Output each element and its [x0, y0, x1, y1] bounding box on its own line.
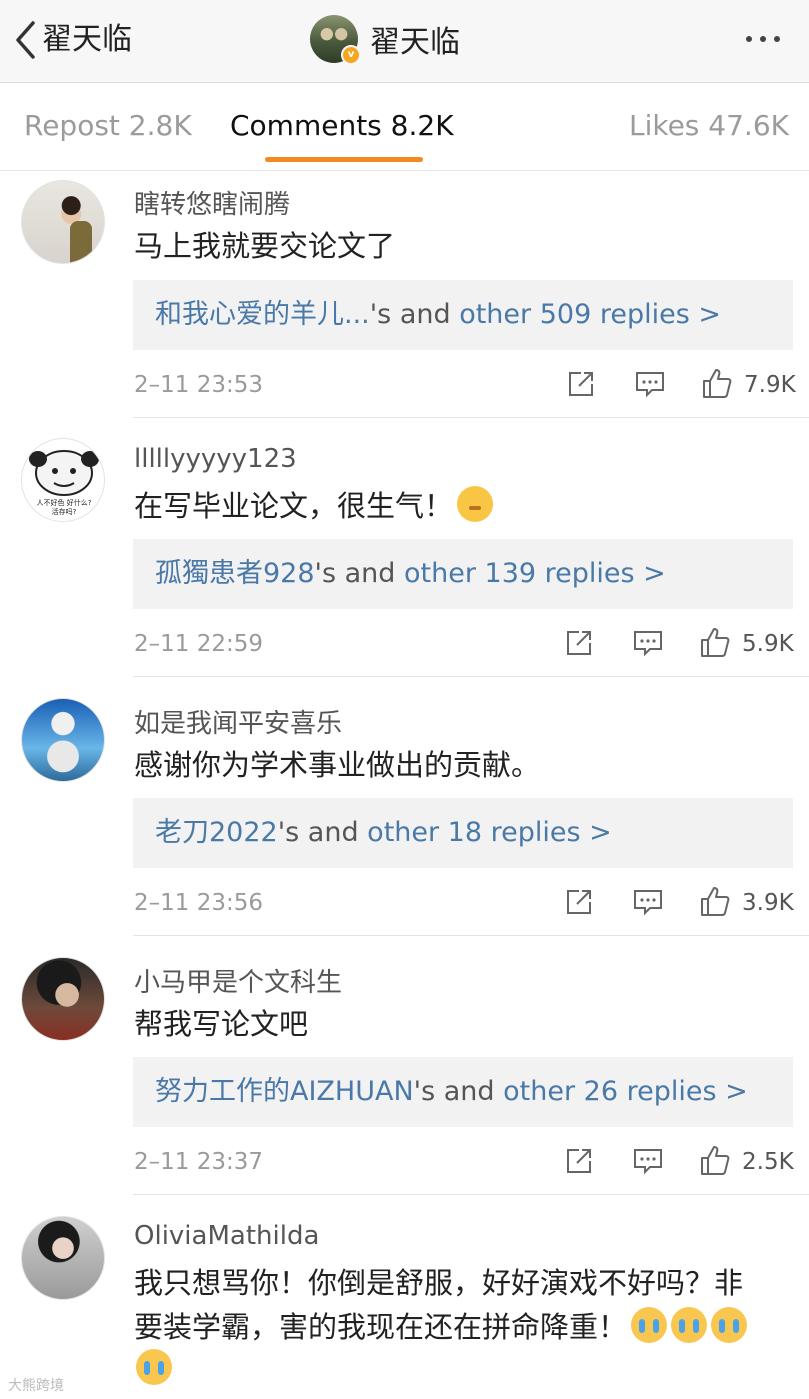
- top-bar: 翟天临 v 翟天临: [0, 0, 809, 83]
- comment-username[interactable]: OliviaMathilda: [134, 1221, 319, 1251]
- back-button[interactable]: 翟天临: [14, 18, 132, 62]
- comment-text: 我只想骂你！你倒是舒服，好好演戏不好吗？非: [134, 1266, 744, 1300]
- reply-user-link[interactable]: 和我心爱的羊儿...: [155, 299, 370, 330]
- comment-timestamp: 2–11 22:59: [134, 631, 263, 657]
- comment-text: [134, 1347, 172, 1391]
- reply-connector: 's and: [413, 1076, 504, 1107]
- like-icon[interactable]: [699, 885, 731, 917]
- watermark: 大熊跨境: [8, 1378, 64, 1394]
- like-count: 7.9K: [744, 372, 796, 398]
- like-icon[interactable]: [699, 1144, 731, 1176]
- replies-preview[interactable]: 孤獨患者928's and other 139 replies >: [133, 539, 793, 609]
- comment-timestamp: 2–11 23:56: [134, 890, 263, 916]
- avatar[interactable]: [21, 1216, 105, 1300]
- verified-badge-icon: v: [341, 45, 361, 65]
- comment-icon[interactable]: [633, 1147, 663, 1175]
- comment-text: 帮我写论文吧: [134, 1007, 309, 1041]
- more-replies-link[interactable]: other 139 replies >: [404, 558, 666, 589]
- reply-connector: 's and: [369, 299, 460, 330]
- comment-icon[interactable]: [635, 370, 665, 398]
- divider: [133, 935, 809, 936]
- share-icon[interactable]: [565, 1147, 593, 1175]
- comment-text-content: 要装学霸，害的我现在还在拼命降重！: [134, 1310, 628, 1344]
- reply-connector: 's and: [277, 817, 368, 848]
- divider: [133, 1194, 809, 1195]
- like-icon[interactable]: [701, 367, 733, 399]
- more-replies-link[interactable]: other 18 replies >: [367, 817, 612, 848]
- more-replies-link[interactable]: other 509 replies >: [459, 299, 721, 330]
- comment-text: 马上我就要交论文了: [134, 229, 396, 263]
- replies-preview[interactable]: 努力工作的AIZHUAN's and other 26 replies >: [133, 1057, 793, 1127]
- divider: [133, 417, 809, 418]
- active-tab-indicator: [265, 157, 423, 162]
- more-replies-link[interactable]: other 26 replies >: [503, 1076, 748, 1107]
- avatar[interactable]: [21, 698, 105, 782]
- like-count: 2.5K: [742, 1149, 794, 1175]
- comment-username[interactable]: lllllyyyyy123: [134, 444, 297, 474]
- like-icon[interactable]: [699, 626, 731, 658]
- meme-face-icon: ? 人不好色 好什么? 活存吗?: [29, 450, 99, 516]
- avatar[interactable]: ? 人不好色 好什么? 活存吗?: [21, 438, 105, 522]
- comment-username[interactable]: 小马甲是个文科生: [134, 962, 342, 999]
- crying-emoji-icon: [631, 1307, 668, 1343]
- reply-user-link[interactable]: 老刀2022: [155, 817, 278, 848]
- replies-preview[interactable]: 老刀2022's and other 18 replies >: [133, 798, 793, 868]
- crying-emoji-icon: [136, 1349, 172, 1385]
- divider: [133, 676, 809, 677]
- comment-icon[interactable]: [633, 629, 663, 657]
- profile-title[interactable]: v 翟天临: [310, 15, 460, 65]
- comment-username[interactable]: 瞎转悠瞎闹腾: [134, 184, 290, 221]
- like-count: 5.9K: [742, 631, 794, 657]
- share-icon[interactable]: [565, 888, 593, 916]
- avatar-caption: 人不好色 好什么?: [37, 498, 92, 507]
- tab-likes[interactable]: Likes 47.6K: [629, 109, 789, 142]
- shush-emoji-icon: [457, 486, 494, 522]
- comment-text: 在写毕业论文，很生气！: [134, 484, 494, 528]
- back-label: 翟天临: [42, 22, 132, 57]
- reply-user-link[interactable]: 努力工作的AIZHUAN: [155, 1076, 414, 1107]
- share-icon[interactable]: [567, 370, 595, 398]
- more-options-icon[interactable]: [746, 36, 780, 42]
- avatar[interactable]: [21, 180, 105, 264]
- crying-emoji-icon: [671, 1307, 708, 1343]
- comment-username[interactable]: 如是我闻平安喜乐: [134, 703, 342, 740]
- comment-text: 要装学霸，害的我现在还在拼命降重！: [134, 1305, 748, 1349]
- tab-repost[interactable]: Repost 2.8K: [24, 109, 192, 142]
- share-icon[interactable]: [565, 629, 593, 657]
- crying-emoji-icon: [711, 1307, 748, 1343]
- page-title: 翟天临: [370, 25, 460, 60]
- comment-text: 感谢你为学术事业做出的贡献。: [134, 748, 541, 782]
- comment-text-content: 在写毕业论文，很生气！: [134, 489, 454, 523]
- reply-connector: 's and: [314, 558, 404, 589]
- tab-comments[interactable]: Comments 8.2K: [230, 109, 454, 142]
- comment-timestamp: 2–11 23:53: [134, 372, 263, 398]
- chevron-left-icon: [16, 21, 35, 59]
- svg-text:?: ?: [82, 453, 87, 464]
- tab-bar: Repost 2.8K Comments 8.2K Likes 47.6K: [0, 83, 809, 171]
- avatar[interactable]: v: [310, 15, 361, 65]
- avatar[interactable]: [21, 957, 105, 1041]
- replies-preview[interactable]: 和我心爱的羊儿...'s and other 509 replies >: [133, 280, 793, 350]
- like-count: 3.9K: [742, 890, 794, 916]
- avatar-caption: 活存吗?: [52, 507, 77, 516]
- comment-timestamp: 2–11 23:37: [134, 1149, 263, 1175]
- comment-icon[interactable]: [633, 888, 663, 916]
- reply-user-link[interactable]: 孤獨患者928: [155, 558, 315, 589]
